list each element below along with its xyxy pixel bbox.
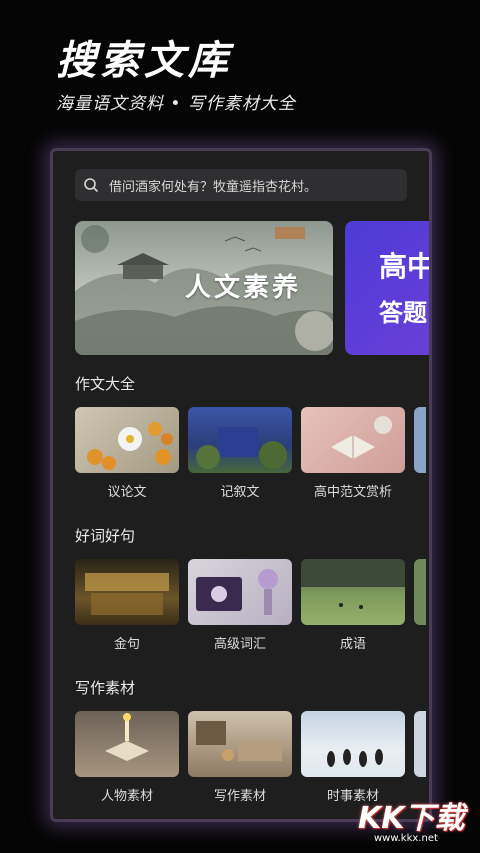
banner-label: 人文素养 xyxy=(185,273,302,303)
card-narrative[interactable]: 记叙文 xyxy=(188,407,292,500)
card-partial[interactable] xyxy=(414,559,426,652)
section-row: 金句 高级词汇 成语 xyxy=(75,559,429,652)
section-row: 人物素材 写作素材 时事素材 xyxy=(75,711,429,804)
card-idioms[interactable]: 成语 xyxy=(301,559,405,652)
card-argumentative[interactable]: 议论文 xyxy=(75,407,179,500)
search-bar[interactable]: 借问酒家何处有？牧童遥指杏花村。 xyxy=(75,169,407,201)
card-image xyxy=(188,559,292,625)
card-partial[interactable] xyxy=(414,407,426,500)
banner-humanities[interactable]: 人文素养 xyxy=(75,221,333,355)
section-title: 作文大全 xyxy=(75,375,136,393)
card-image xyxy=(414,407,426,473)
card-image xyxy=(414,559,426,625)
card-label: 金句 xyxy=(113,637,140,652)
section-title: 写作素材 xyxy=(75,679,136,697)
card-essay-analysis[interactable]: 高中范文赏析 xyxy=(301,407,405,500)
banner-high-school[interactable]: 高中 答题 xyxy=(345,221,432,355)
hero-title: 搜索文库 xyxy=(56,38,232,84)
card-partial[interactable] xyxy=(414,711,426,804)
banner-line2: 答题 xyxy=(379,299,427,327)
hero-subtitle: 海量语文资料 • 写作素材大全 xyxy=(56,94,296,114)
card-image xyxy=(414,711,426,777)
banner-line1: 高中 xyxy=(379,250,432,283)
card-writing-material[interactable]: 写作素材 xyxy=(188,711,292,804)
watermark-logo-text: KK下载 xyxy=(358,801,465,836)
phone-frame: 借问酒家何处有？牧童遥指杏花村。 人文素养 高中 答题 作文大全 议论文 记叙文… xyxy=(50,148,432,822)
card-image xyxy=(75,407,179,473)
search-placeholder: 借问酒家何处有？牧童遥指杏花村。 xyxy=(109,179,318,195)
card-label: 写作素材 xyxy=(213,789,266,804)
card-label: 议论文 xyxy=(107,485,147,500)
card-advanced-vocab[interactable]: 高级词汇 xyxy=(188,559,292,652)
card-golden-sentences[interactable]: 金句 xyxy=(75,559,179,652)
card-label: 记叙文 xyxy=(220,485,260,500)
card-image xyxy=(301,711,405,777)
card-character-material[interactable]: 人物素材 xyxy=(75,711,179,804)
card-image xyxy=(75,559,179,625)
card-current-events[interactable]: 时事素材 xyxy=(301,711,405,804)
card-label: 人物素材 xyxy=(100,789,153,804)
watermark-logo: KK下载 www.kkx.net xyxy=(358,793,474,849)
section-title: 好词好句 xyxy=(75,527,136,545)
card-image xyxy=(75,711,179,777)
card-label: 高级词汇 xyxy=(213,637,266,652)
card-image xyxy=(301,407,405,473)
search-icon xyxy=(84,178,98,192)
card-label: 高中范文赏析 xyxy=(313,485,392,500)
card-image xyxy=(188,711,292,777)
card-label: 成语 xyxy=(339,637,366,652)
section-row: 议论文 记叙文 高中范文赏析 xyxy=(75,407,429,500)
card-image xyxy=(188,407,292,473)
card-image xyxy=(301,559,405,625)
